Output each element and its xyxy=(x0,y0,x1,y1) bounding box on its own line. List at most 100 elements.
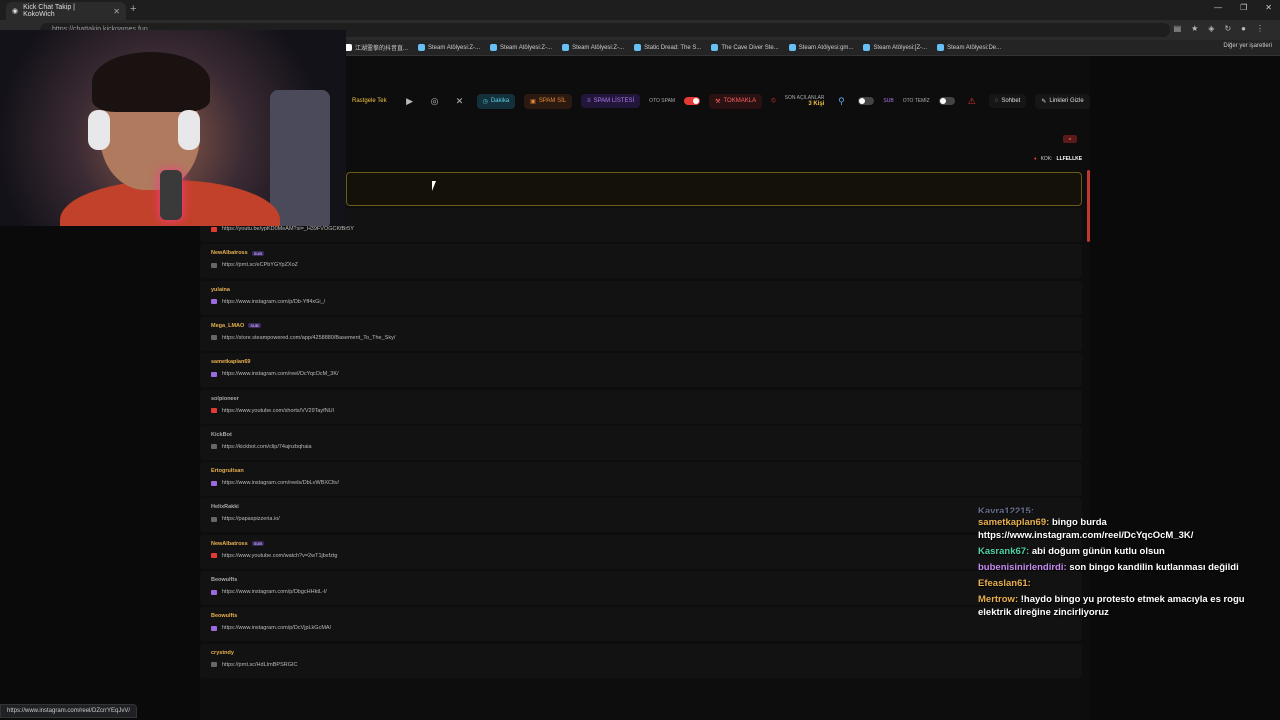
link-item[interactable]: Ertogrultsan https://www.instagram.com/re… xyxy=(200,462,1082,497)
item-user[interactable]: NewAlbatross SUB xyxy=(211,541,265,547)
chat-message: Kasrank67: abi doğum günün kutlu olsun xyxy=(978,545,1278,558)
instagram-icon[interactable]: ◎ xyxy=(427,93,443,109)
bookmark-item[interactable]: 江湖霊拳的抖音直... xyxy=(345,43,408,52)
item-link[interactable]: https://papaspizzeria.io/ xyxy=(211,516,280,522)
item-user[interactable]: Beowulfts xyxy=(211,577,237,583)
link-item[interactable]: KickBot https://kickbot.com/clip/74ajnzbq… xyxy=(200,425,1082,460)
item-user[interactable]: solpioneer xyxy=(211,396,239,402)
alert-icon[interactable]: ⚠ xyxy=(964,93,980,109)
item-user[interactable]: crystndy xyxy=(211,650,234,656)
item-link[interactable]: https://youtu.be/ypKD0MeAM?si=_H39FVOGCK… xyxy=(211,226,354,232)
bookmark-label: Steam Atölyesi:Z-... xyxy=(500,44,553,51)
item-link[interactable]: https://www.instagram.com/reels/DbLvWBXC… xyxy=(211,480,339,486)
random-button[interactable]: Rastgele Tek xyxy=(346,94,393,108)
browser-tabbar: ◉ Kick Chat Takip | KokoWich ✕ + — ❐ ✕ xyxy=(0,0,1280,20)
all-bookmarks[interactable]: Diğer yer işaretleri xyxy=(1223,43,1272,49)
bookmark-item[interactable]: Steam Atölyesi:Z-... xyxy=(562,43,624,52)
item-link[interactable]: https://www.instagram.com/p/DcVjpLkGcMA/ xyxy=(211,625,331,631)
item-user[interactable]: NewAlbatross SUB xyxy=(211,250,265,256)
item-user[interactable]: KickBot xyxy=(211,432,232,438)
profile-icon[interactable]: ● xyxy=(1241,24,1246,33)
search-icon[interactable]: ⚲ xyxy=(833,93,849,109)
link-item[interactable]: HelixRakki https://papaspizzeria.io/ xyxy=(200,498,1082,533)
chat-button[interactable]: ◌ Sohbet xyxy=(988,94,1027,108)
tab-title: Kick Chat Takip | KokoWich xyxy=(23,4,75,18)
item-link[interactable]: https://www.youtube.com/watch?v=2wT1jbxf… xyxy=(211,553,337,559)
link-item[interactable]: NewAlbatross SUB https://www.youtube.com/w… xyxy=(200,534,1082,569)
item-user[interactable]: HelixRakki xyxy=(211,504,239,510)
instagram-icon xyxy=(211,480,217,486)
bookmark-item[interactable]: The Cave Diver Ste... xyxy=(711,43,779,52)
menu-icon[interactable]: ⋮ xyxy=(1256,24,1264,33)
bookmark-item[interactable]: Steam Atölyesi:[Z-... xyxy=(863,43,927,52)
bookmark-item[interactable]: Steam Atölyesi:Z-... xyxy=(418,43,480,52)
item-username: sametkaplan69 xyxy=(211,359,251,366)
bookmark-item[interactable]: Steam Atölyesi:gm... xyxy=(788,43,853,52)
item-username: Ertogrultsan xyxy=(211,468,244,475)
youtube-icon[interactable]: ▶ xyxy=(402,93,418,109)
refresh-icon[interactable]: ↻ xyxy=(1224,24,1231,33)
maximize-icon[interactable]: ❐ xyxy=(1240,3,1247,12)
link-item[interactable]: sametkaplan69 https://www.instagram.com/r… xyxy=(200,353,1082,388)
hide-links-button[interactable]: ✎ Linkleri Gizle xyxy=(1035,93,1090,109)
otoclear-toggle[interactable] xyxy=(938,97,955,105)
reader-icon[interactable]: ▤ xyxy=(1174,24,1182,33)
item-link[interactable]: https://www.instagram.com/reel/DcYqcOcM_… xyxy=(211,371,339,377)
item-link[interactable]: https://store.steampowered.com/app/42588… xyxy=(211,335,395,341)
item-user[interactable]: Mega_LMAO SUB xyxy=(211,323,261,329)
item-user[interactable]: sametkaplan69 xyxy=(211,359,250,365)
x-icon[interactable]: ✕ xyxy=(452,93,468,109)
duration-label: Dakika xyxy=(490,98,510,104)
spam-list-button[interactable]: ≡ SPAM LİSTESİ xyxy=(581,94,641,108)
minimize-icon[interactable]: — xyxy=(1214,3,1222,12)
item-link[interactable]: https://prnt.sc/eCPbYGYpZXoZ xyxy=(211,262,298,268)
close-tab-icon[interactable]: ✕ xyxy=(113,7,120,16)
link-item[interactable]: Mega_LMAO SUB https://store.steampowered.c… xyxy=(200,316,1082,351)
bookmark-icon xyxy=(634,44,642,51)
item-link-text: https://www.instagram.com/reels/DbLvWBXC… xyxy=(222,480,340,487)
bookmark-item[interactable]: Static Dread: The S... xyxy=(634,43,701,52)
item-link-text: https://www.instagram.com/p/DcVjpLkGcMA/ xyxy=(222,625,332,632)
item-link[interactable]: https://www.instagram.com/p/DbgcHHktL-I/ xyxy=(211,589,327,595)
item-user[interactable]: yulaina xyxy=(211,287,230,293)
link-item[interactable]: Beowulfts https://www.instagram.com/p/DcV… xyxy=(200,607,1082,642)
item-user[interactable]: Ertogrultsan xyxy=(211,468,244,474)
duration-button[interactable]: ◷ Dakika xyxy=(476,93,516,109)
bookmark-label: Steam Atölyesi:Z-... xyxy=(428,44,481,51)
new-tab-button[interactable]: + xyxy=(130,3,136,15)
highlighted-item[interactable] xyxy=(346,172,1082,206)
link-item[interactable]: NewAlbatross SUB https://prnt.sc/eCPbYGYpZ… xyxy=(200,244,1082,279)
auto-spam-toggle[interactable] xyxy=(684,97,701,105)
link-item[interactable]: yulaina https://www.instagram.com/p/Db-Yf… xyxy=(200,280,1082,315)
sub-toggle[interactable] xyxy=(858,97,875,105)
spam-delete-button[interactable]: ▣ SPAM SİL xyxy=(524,93,573,109)
item-link-text: https://www.instagram.com/reel/DcYqcOcM_… xyxy=(222,371,339,378)
red-badge[interactable]: ● xyxy=(1063,135,1077,143)
close-window-icon[interactable]: ✕ xyxy=(1265,3,1272,12)
bookmark-icon xyxy=(937,44,945,51)
item-username: crystndy xyxy=(211,649,234,656)
link-item[interactable]: crystndy https://prnt.sc/HdLImBPSRGIC xyxy=(200,643,1082,678)
item-link[interactable]: https://kickbot.com/clip/74ajnzbqhaia xyxy=(211,444,312,450)
item-username: Beowulfts xyxy=(211,577,238,583)
stop-icon[interactable]: ⦸ xyxy=(771,97,776,105)
link-icon xyxy=(211,444,217,450)
browser-tab[interactable]: ◉ Kick Chat Takip | KokoWich ✕ xyxy=(6,2,126,20)
link-item[interactable]: solpioneer https://www.youtube.com/shorts… xyxy=(200,389,1082,424)
extension-icon[interactable]: ◈ xyxy=(1208,24,1214,33)
bookmark-item[interactable]: Steam Atölyesi:De... xyxy=(937,43,1001,52)
clock-icon: ◷ xyxy=(482,98,488,105)
link-item[interactable]: Beowulfts https://www.instagram.com/p/Dbg… xyxy=(200,571,1082,605)
item-link-text: https://www.instagram.com/p/Db-Yff4xGi_/ xyxy=(222,298,326,305)
browser-actions: ▤ ★ ◈ ↻ ● ⋮ xyxy=(1174,24,1264,33)
item-link[interactable]: https://www.instagram.com/p/Db-Yff4xGi_/ xyxy=(211,299,325,305)
item-user[interactable]: Beowulfts xyxy=(211,613,237,619)
bookmark-item[interactable]: Steam Atölyesi:Z-... xyxy=(490,43,552,52)
hammer-button[interactable]: ⚒ TOKMAKLA xyxy=(709,93,763,109)
item-link[interactable]: https://www.youtube.com/shorts/VV29TayfN… xyxy=(211,408,334,414)
bookmark-icon xyxy=(418,44,426,51)
item-link-text: https://prnt.sc/eCPbYGYpZXoZ xyxy=(222,262,299,269)
star-icon[interactable]: ★ xyxy=(1191,24,1198,33)
item-link[interactable]: https://prnt.sc/HdLImBPSRGIC xyxy=(211,662,298,668)
scroll-indicator[interactable] xyxy=(1087,170,1090,242)
